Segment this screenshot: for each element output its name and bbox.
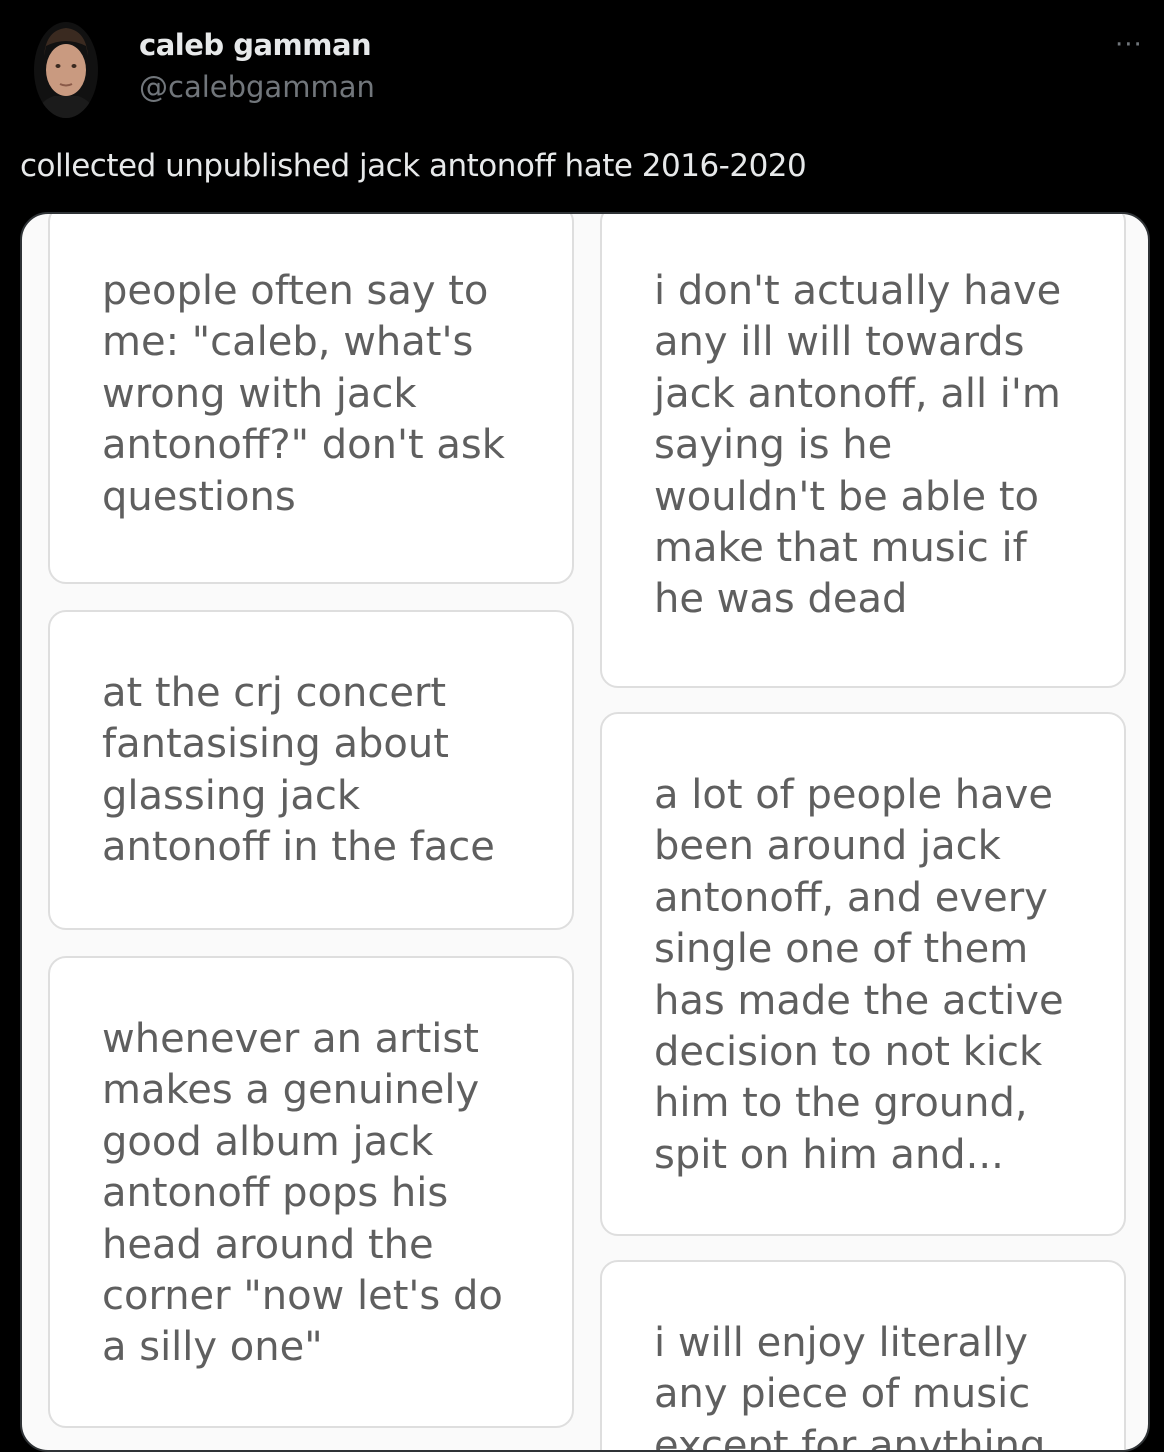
note-card: people often say to me: "caleb, what's w… <box>48 214 574 584</box>
avatar[interactable] <box>34 22 98 118</box>
author-display-name[interactable]: caleb gamman <box>139 28 372 62</box>
author-handle[interactable]: @calebgamman <box>139 70 375 104</box>
note-text: at the crj concert fantasising about gla… <box>102 670 495 871</box>
note-text: i will enjoy literally any piece of musi… <box>654 1320 1046 1452</box>
more-options-icon[interactable]: ··· <box>1115 30 1143 60</box>
tweet-media-image[interactable]: people often say to me: "caleb, what's w… <box>20 212 1150 1452</box>
note-card: i don't actually have any ill will towar… <box>600 214 1126 688</box>
avatar-portrait-icon <box>34 22 98 118</box>
note-text: a lot of people have been around jack an… <box>654 772 1064 1178</box>
note-text: i don't actually have any ill will towar… <box>654 268 1062 623</box>
note-card: at the crj concert fantasising about gla… <box>48 610 574 930</box>
note-card: whenever an artist makes a genuinely goo… <box>48 956 574 1428</box>
note-card: i will enjoy literally any piece of musi… <box>600 1260 1126 1452</box>
tweet-text: collected unpublished jack antonoff hate… <box>20 148 807 184</box>
note-text: whenever an artist makes a genuinely goo… <box>102 1016 503 1371</box>
note-card: a lot of people have been around jack an… <box>600 712 1126 1236</box>
note-text: people often say to me: "caleb, what's w… <box>102 268 505 520</box>
